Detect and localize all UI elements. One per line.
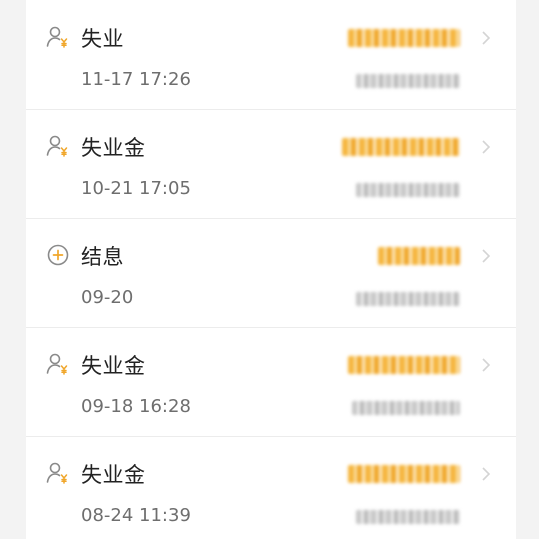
transaction-date: 09-18 16:28 — [81, 396, 191, 417]
person-yuan-icon — [46, 352, 70, 376]
amount-redacted — [378, 247, 460, 265]
transaction-row[interactable]: 失业 11-17 17:26 — [26, 1, 516, 110]
transaction-date: 11-17 17:26 — [81, 69, 191, 90]
transaction-row[interactable]: 结息 09-20 — [26, 219, 516, 328]
transaction-row[interactable]: 失业金 10-21 17:05 — [26, 110, 516, 219]
transaction-list: 失业 11-17 17:26 失业金 10-21 17:05 结息 09-20 … — [26, 0, 516, 539]
chevron-right-icon — [480, 356, 492, 374]
person-yuan-icon — [46, 134, 70, 158]
transaction-title: 结息 — [81, 245, 124, 269]
balance-redacted — [356, 292, 460, 306]
balance-redacted — [356, 74, 460, 88]
transaction-title: 失业金 — [81, 354, 146, 378]
chevron-right-icon — [480, 29, 492, 47]
amount-redacted — [348, 465, 460, 483]
chevron-right-icon — [480, 138, 492, 156]
person-yuan-icon — [46, 461, 70, 485]
balance-redacted — [356, 510, 460, 524]
chevron-right-icon — [480, 247, 492, 265]
person-yuan-icon — [46, 25, 70, 49]
balance-redacted — [356, 183, 460, 197]
transaction-title: 失业金 — [81, 136, 146, 160]
transaction-date: 08-24 11:39 — [81, 505, 191, 526]
transaction-row[interactable]: 失业金 08-24 11:39 — [26, 437, 516, 539]
plus-circle-icon — [46, 243, 70, 267]
transaction-title: 失业 — [81, 27, 124, 51]
transaction-date: 09-20 — [81, 287, 134, 308]
amount-redacted — [348, 356, 460, 374]
transaction-title: 失业金 — [81, 463, 146, 487]
amount-redacted — [342, 138, 460, 156]
transaction-date: 10-21 17:05 — [81, 178, 191, 199]
chevron-right-icon — [480, 465, 492, 483]
transaction-row[interactable]: 失业金 09-18 16:28 — [26, 328, 516, 437]
amount-redacted — [348, 29, 460, 47]
balance-redacted — [352, 401, 460, 415]
